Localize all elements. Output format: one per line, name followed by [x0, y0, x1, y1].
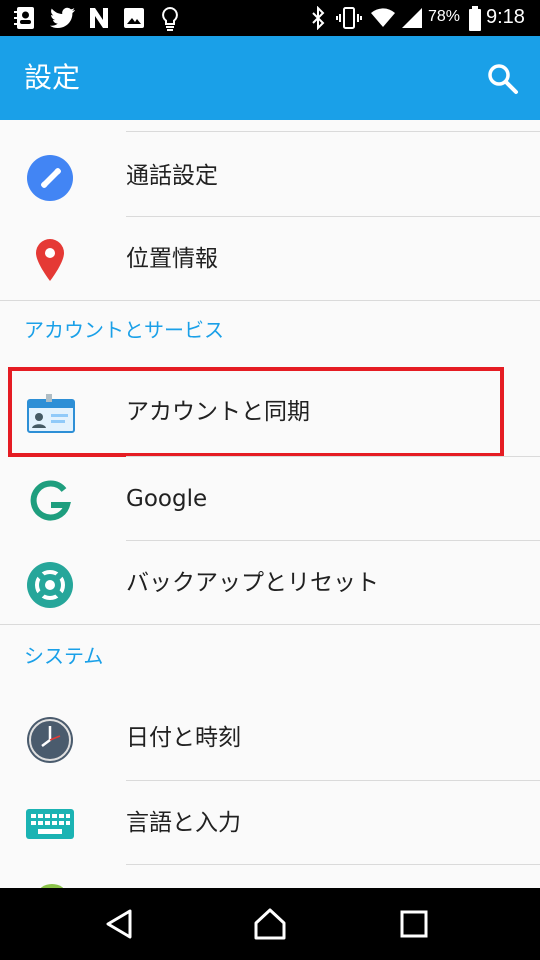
- settings-list: 通話設定 位置情報 アカウントとサービス アカウントと同期 Google バック…: [0, 120, 540, 888]
- keyboard-icon: [26, 809, 74, 839]
- location-pin-icon: [36, 239, 64, 281]
- partial-item-icon: [40, 884, 64, 888]
- bluetooth-icon: [312, 6, 325, 30]
- phone-icon: [27, 155, 73, 201]
- vibrate-icon: [336, 7, 362, 29]
- home-icon[interactable]: [252, 906, 288, 942]
- item-label: 言語と入力: [126, 810, 241, 836]
- item-label: 位置情報: [126, 246, 218, 272]
- divider: [0, 624, 540, 625]
- item-label: バックアップとリセット: [126, 570, 379, 596]
- item-label: Google: [126, 486, 208, 512]
- page-title: 設定: [24, 61, 81, 94]
- backup-reset-icon: [27, 562, 73, 608]
- highlight-box: [8, 367, 504, 457]
- list-item-date-time[interactable]: 日付と時刻: [0, 696, 540, 780]
- divider: [126, 864, 540, 865]
- signal-icon: [402, 8, 422, 28]
- list-item-language-input[interactable]: 言語と入力: [0, 781, 540, 865]
- back-icon[interactable]: [102, 906, 138, 942]
- clock-icon: [27, 717, 73, 763]
- list-item-location[interactable]: 位置情報: [0, 217, 540, 301]
- twitter-icon: [50, 7, 75, 29]
- clock-time: 9:18: [486, 6, 525, 28]
- contacts-icon: [14, 7, 34, 29]
- image-icon: [124, 8, 144, 28]
- divider: [0, 300, 540, 301]
- app-bar: 設定: [0, 36, 540, 120]
- battery-icon: [469, 6, 481, 31]
- section-header-system: システム: [24, 644, 104, 668]
- search-icon[interactable]: [484, 60, 522, 98]
- wifi-icon: [371, 8, 395, 27]
- navigation-bar: [0, 888, 540, 960]
- divider: [126, 131, 540, 132]
- list-item-call-settings[interactable]: 通話設定: [0, 134, 540, 218]
- recents-icon[interactable]: [396, 906, 432, 942]
- bulb-icon: [162, 6, 178, 31]
- list-item-backup-reset[interactable]: バックアップとリセット: [0, 541, 540, 625]
- list-item-google[interactable]: Google: [0, 457, 540, 541]
- status-bar: 78% 9:18: [0, 0, 540, 36]
- section-header-accounts: アカウントとサービス: [24, 318, 224, 342]
- item-label: 通話設定: [126, 163, 218, 189]
- n-icon: [90, 8, 108, 28]
- item-label: 日付と時刻: [126, 725, 241, 751]
- battery-percentage: 78%: [428, 8, 461, 25]
- google-g-icon: [30, 480, 71, 521]
